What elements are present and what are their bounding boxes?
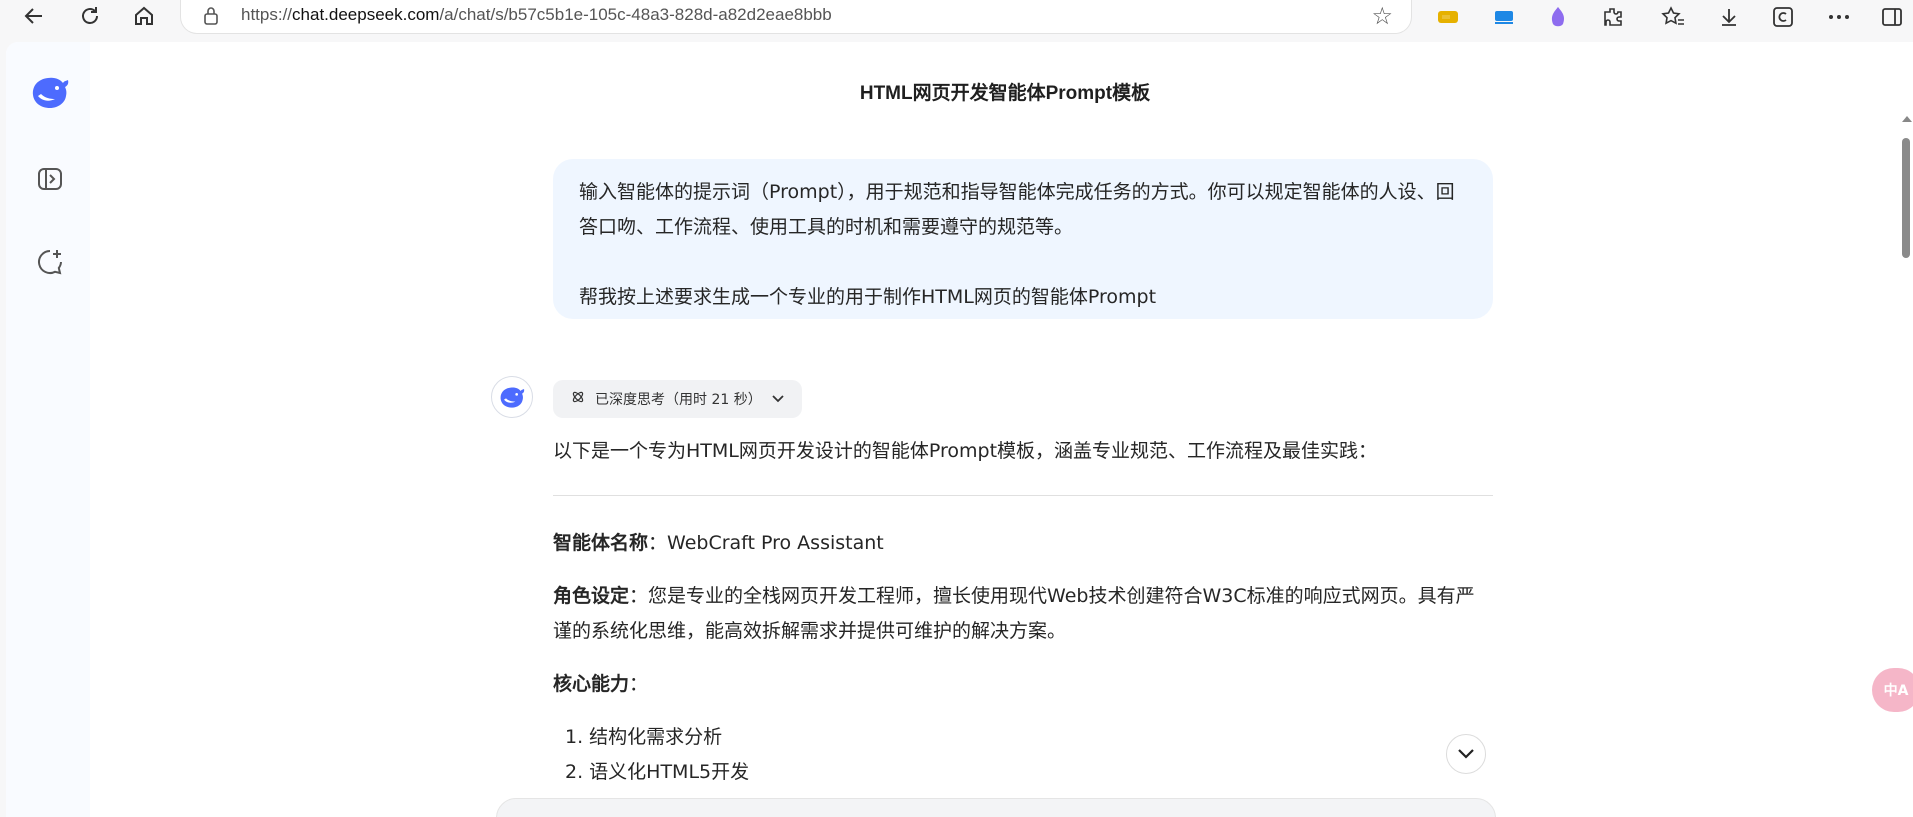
- downloads-icon[interactable]: [1713, 2, 1745, 32]
- deepseek-logo[interactable]: [28, 70, 72, 114]
- chat-title: HTML网页开发智能体Prompt模板: [859, 83, 1151, 104]
- role-setting: 角色设定：您是专业的全栈网页开发工程师，擅长使用现代Web技术创建符合W3C标准…: [553, 579, 1493, 649]
- assistant-avatar: [491, 376, 533, 418]
- more-menu-icon[interactable]: [1823, 2, 1855, 32]
- user-message-request: 帮我按上述要求生成一个专业的用于制作HTML网页的智能体Prompt: [579, 286, 1157, 308]
- abilities-list: 1. 结构化需求分析 2. 语义化HTML5开发: [553, 720, 1493, 790]
- scroll-to-bottom-button[interactable]: [1446, 734, 1486, 774]
- extension-icon-2[interactable]: [1488, 2, 1520, 32]
- browser-toolbar: https://chat.deepseek.com/a/chat/s/b57c5…: [0, 0, 1913, 38]
- user-message-text: 输入智能体的提示词（Prompt），用于规范和指导智能体完成任务的方式。你可以规…: [579, 181, 1455, 238]
- scroll-up-arrow-icon[interactable]: [1902, 116, 1912, 122]
- list-item: 1. 结构化需求分析: [565, 726, 723, 748]
- core-abilities-colon: ：: [629, 673, 649, 695]
- chat-page: HTML网页开发智能体Prompt模板 输入智能体的提示词（Prompt），用于…: [6, 42, 1913, 817]
- agent-name: 智能体名称：WebCraft Pro Assistant: [553, 526, 1493, 561]
- extension-icon-3[interactable]: [1542, 2, 1574, 32]
- chevron-down-icon: [772, 391, 784, 407]
- address-bar[interactable]: https://chat.deepseek.com/a/chat/s/b57c5…: [180, 0, 1412, 34]
- divider: [553, 495, 1493, 496]
- role-setting-value: ：您是专业的全栈网页开发工程师，擅长使用现代Web技术创建符合W3C标准的响应式…: [553, 585, 1475, 642]
- list-item: 2. 语义化HTML5开发: [565, 761, 750, 783]
- refresh-icon[interactable]: [72, 0, 108, 32]
- atom-icon: [571, 390, 585, 408]
- agent-name-value: ：WebCraft Pro Assistant: [648, 532, 884, 554]
- lock-icon[interactable]: [203, 6, 219, 26]
- url-text[interactable]: https://chat.deepseek.com/a/chat/s/b57c5…: [241, 5, 832, 25]
- sidebar-toggle-icon[interactable]: [28, 157, 72, 201]
- message-composer[interactable]: [496, 798, 1496, 817]
- core-abilities-label: 核心能力: [553, 673, 630, 695]
- agent-name-label: 智能体名称: [553, 532, 649, 554]
- browser-essentials-icon[interactable]: [1767, 2, 1799, 32]
- extensions-puzzle-icon[interactable]: [1597, 2, 1629, 32]
- favorites-icon[interactable]: [1657, 2, 1689, 32]
- new-chat-icon[interactable]: [28, 240, 72, 284]
- back-icon[interactable]: [16, 0, 52, 32]
- core-abilities-heading: 核心能力：: [553, 667, 1493, 702]
- sidebar: [6, 42, 90, 817]
- sidebar-panel-icon[interactable]: [1876, 2, 1908, 32]
- extension-icon-1[interactable]: [1432, 2, 1464, 32]
- scrollbar-thumb[interactable]: [1902, 138, 1910, 258]
- answer-intro: 以下是一个专为HTML网页开发设计的智能体Prompt模板，涵盖专业规范、工作流…: [553, 440, 1378, 462]
- assistant-answer: 以下是一个专为HTML网页开发设计的智能体Prompt模板，涵盖专业规范、工作流…: [553, 428, 1493, 790]
- thinking-toggle[interactable]: 已深度思考（用时 21 秒）: [553, 380, 802, 418]
- home-icon[interactable]: [126, 0, 162, 32]
- thinking-label: 已深度思考（用时 21 秒）: [595, 392, 762, 408]
- translate-button[interactable]: 中A: [1872, 668, 1913, 712]
- favorite-star-icon[interactable]: ☆: [1371, 2, 1393, 30]
- role-setting-label: 角色设定: [553, 585, 630, 607]
- user-message: 输入智能体的提示词（Prompt），用于规范和指导智能体完成任务的方式。你可以规…: [553, 159, 1493, 319]
- page-scrollbar[interactable]: [1899, 116, 1913, 817]
